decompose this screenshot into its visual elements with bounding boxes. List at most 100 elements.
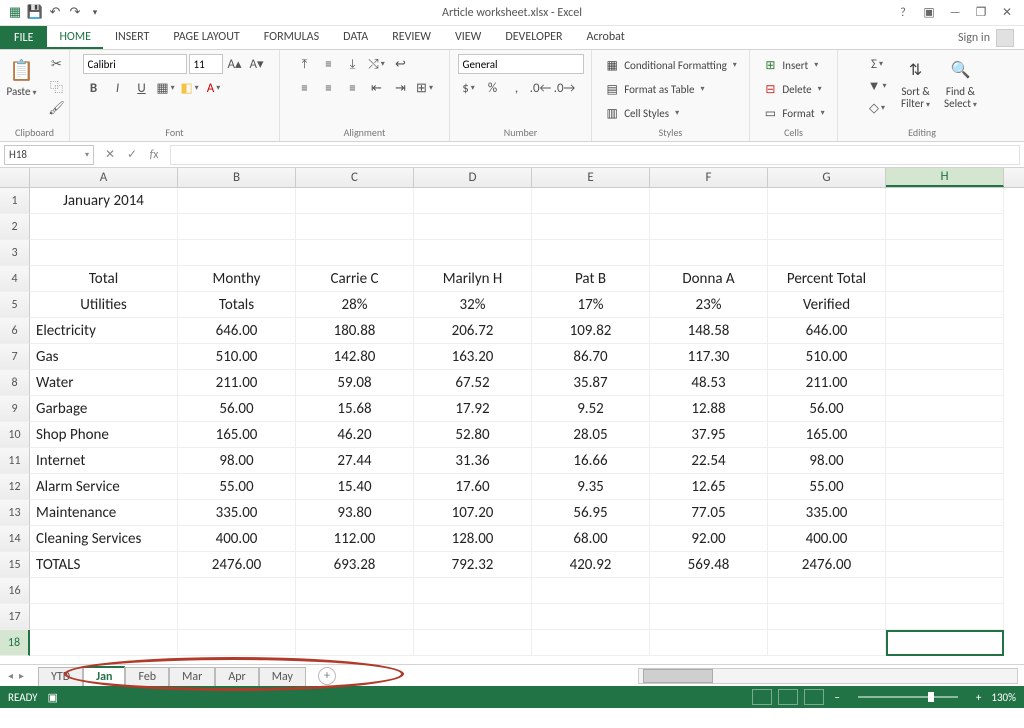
cell-A12[interactable]: Alarm Service [30, 474, 178, 500]
cell-G14[interactable]: 400.00 [768, 526, 886, 552]
new-sheet-button[interactable]: + [318, 667, 336, 685]
cell-C8[interactable]: 59.08 [296, 370, 414, 396]
find-select-button[interactable]: 🔍 Find & Select [940, 54, 981, 113]
indent-decrease-icon[interactable]: ⇤ [366, 78, 388, 98]
percent-format-icon[interactable]: % [482, 78, 504, 98]
cell-D12[interactable]: 17.60 [414, 474, 532, 500]
align-middle-icon[interactable]: ≡ [318, 54, 340, 74]
cell-G16[interactable] [768, 578, 886, 604]
cell-F2[interactable] [650, 214, 768, 240]
cell-B13[interactable]: 335.00 [178, 500, 296, 526]
row-header-16[interactable]: 16 [0, 578, 30, 604]
row-header-18[interactable]: 18 [0, 630, 30, 656]
cell-H10[interactable] [886, 422, 1004, 448]
shrink-font-icon[interactable]: A▾ [247, 54, 267, 74]
row-header-2[interactable]: 2 [0, 214, 30, 240]
cell-E9[interactable]: 9.52 [532, 396, 650, 422]
cell-D17[interactable] [414, 604, 532, 630]
sheet-nav[interactable]: ◂▸ [6, 669, 26, 682]
delete-cells-button[interactable]: ⊟Delete [758, 78, 828, 100]
cell-H8[interactable] [886, 370, 1004, 396]
page-layout-view-icon[interactable] [778, 689, 798, 705]
cell-B12[interactable]: 55.00 [178, 474, 296, 500]
align-right-icon[interactable]: ≡ [342, 78, 364, 98]
column-header-B[interactable]: B [178, 168, 296, 187]
cell-E18[interactable] [532, 630, 650, 656]
cell-C7[interactable]: 142.80 [296, 344, 414, 370]
cell-E17[interactable] [532, 604, 650, 630]
cell-D9[interactable]: 17.92 [414, 396, 532, 422]
copy-icon[interactable]: ⿻ [46, 76, 66, 96]
tab-formulas[interactable]: FORMULAS [252, 26, 331, 49]
cell-H12[interactable] [886, 474, 1004, 500]
cell-E6[interactable]: 109.82 [532, 318, 650, 344]
column-header-D[interactable]: D [414, 168, 532, 187]
cell-A14[interactable]: Cleaning Services [30, 526, 178, 552]
format-painter-icon[interactable]: 🖌 [46, 98, 66, 118]
zoom-slider[interactable] [858, 696, 958, 698]
cell-D15[interactable]: 792.32 [414, 552, 532, 578]
cell-A15[interactable]: TOTALS [30, 552, 178, 578]
cell-E14[interactable]: 68.00 [532, 526, 650, 552]
cell-H15[interactable] [886, 552, 1004, 578]
merge-center-icon[interactable]: ⊞ [414, 78, 436, 98]
wrap-text-icon[interactable]: ↩ [390, 54, 412, 74]
tab-view[interactable]: VIEW [443, 26, 493, 49]
align-bottom-icon[interactable]: ⤓ [342, 54, 364, 74]
cell-C6[interactable]: 180.88 [296, 318, 414, 344]
format-as-table-button[interactable]: ▤Format as Table [600, 78, 741, 100]
row-header-3[interactable]: 3 [0, 240, 30, 266]
restore-icon[interactable]: ❐ [970, 4, 992, 22]
cell-E2[interactable] [532, 214, 650, 240]
column-header-H[interactable]: H [886, 168, 1004, 187]
bold-button[interactable]: B [83, 78, 105, 98]
spreadsheet-grid[interactable]: ABCDEFGH 1January 2014234TotalMonthyCarr… [0, 168, 1024, 664]
paste-button[interactable]: 📋 Paste [3, 54, 41, 101]
cell-G18[interactable] [768, 630, 886, 656]
tab-review[interactable]: REVIEW [380, 26, 443, 49]
enter-formula-icon[interactable]: ✓ [122, 145, 142, 165]
row-header-11[interactable]: 11 [0, 448, 30, 474]
cell-B11[interactable]: 98.00 [178, 448, 296, 474]
fx-icon[interactable]: fx [144, 145, 164, 165]
sheet-tab-feb[interactable]: Feb [125, 667, 169, 686]
cell-E5[interactable]: 17% [532, 292, 650, 318]
indent-increase-icon[interactable]: ⇥ [390, 78, 412, 98]
minimize-icon[interactable]: — [944, 4, 966, 22]
redo-icon[interactable]: ↷ [66, 4, 84, 22]
page-break-view-icon[interactable] [804, 689, 824, 705]
cell-E13[interactable]: 56.95 [532, 500, 650, 526]
column-header-G[interactable]: G [768, 168, 886, 187]
cell-D5[interactable]: 32% [414, 292, 532, 318]
cell-F4[interactable]: Donna A [650, 266, 768, 292]
cell-G2[interactable] [768, 214, 886, 240]
cell-F9[interactable]: 12.88 [650, 396, 768, 422]
italic-button[interactable]: I [107, 78, 129, 98]
cell-G12[interactable]: 55.00 [768, 474, 886, 500]
help-icon[interactable]: ? [892, 4, 914, 22]
cell-A17[interactable] [30, 604, 178, 630]
cell-B1[interactable] [178, 188, 296, 214]
cell-C18[interactable] [296, 630, 414, 656]
cell-G6[interactable]: 646.00 [768, 318, 886, 344]
cell-F13[interactable]: 77.05 [650, 500, 768, 526]
row-header-6[interactable]: 6 [0, 318, 30, 344]
row-header-13[interactable]: 13 [0, 500, 30, 526]
conditional-formatting-button[interactable]: ▦Conditional Formatting [600, 54, 741, 76]
cell-F10[interactable]: 37.95 [650, 422, 768, 448]
cell-D16[interactable] [414, 578, 532, 604]
zoom-out-icon[interactable]: − [834, 691, 839, 704]
column-header-A[interactable]: A [30, 168, 178, 187]
macro-record-icon[interactable]: ▣ [48, 691, 58, 704]
close-icon[interactable]: ✕ [996, 4, 1018, 22]
formula-input[interactable] [170, 145, 1020, 165]
cell-F17[interactable] [650, 604, 768, 630]
align-left-icon[interactable]: ≡ [294, 78, 316, 98]
cell-H9[interactable] [886, 396, 1004, 422]
column-header-E[interactable]: E [532, 168, 650, 187]
cell-E1[interactable] [532, 188, 650, 214]
cell-H1[interactable] [886, 188, 1004, 214]
cell-G7[interactable]: 510.00 [768, 344, 886, 370]
sort-filter-button[interactable]: ⇅ Sort & Filter [897, 54, 934, 113]
cell-G5[interactable]: Verified [768, 292, 886, 318]
